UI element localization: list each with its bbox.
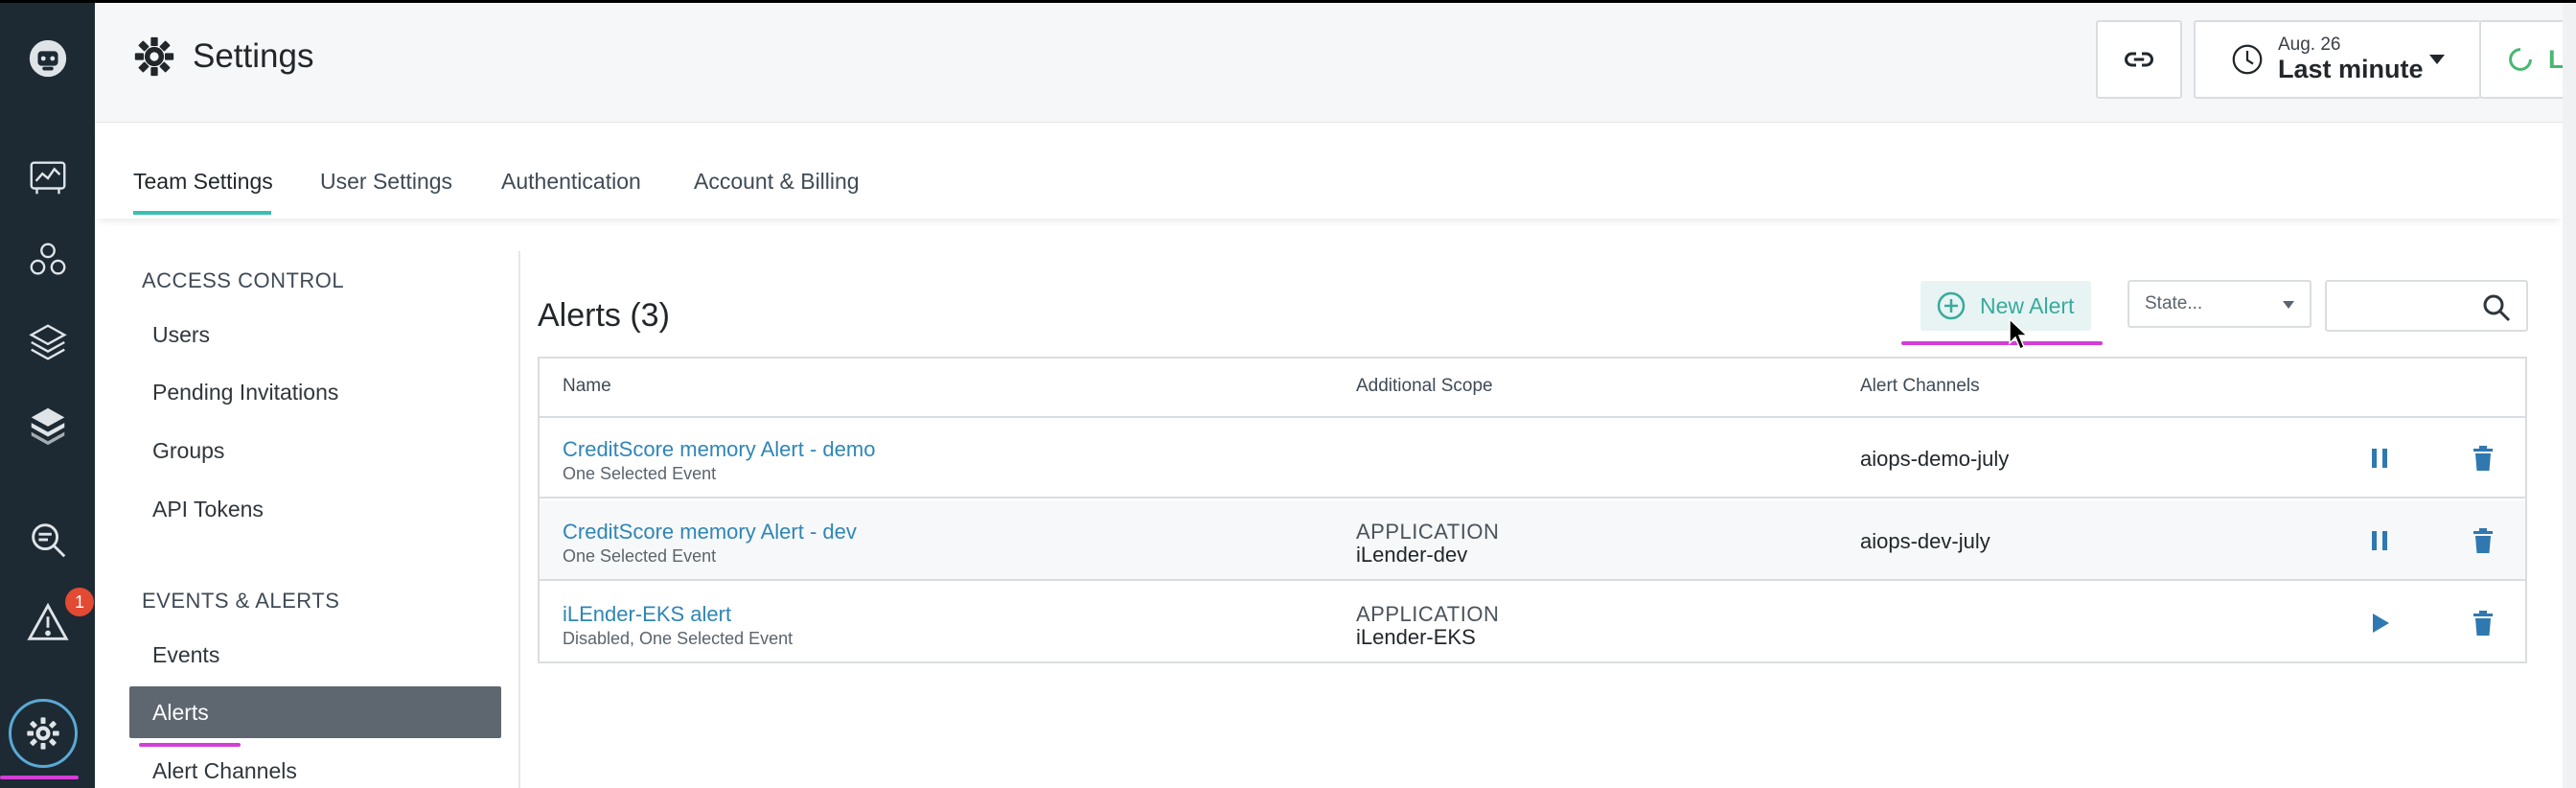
- page-title: Settings: [133, 35, 313, 78]
- share-link-button[interactable]: [2096, 20, 2182, 99]
- chevron-down-icon: [2283, 301, 2294, 309]
- events-badge: 1: [65, 588, 94, 616]
- settings-tabs: Team Settings User Settings Authenticati…: [95, 123, 2563, 219]
- search-icon[interactable]: [2482, 293, 2511, 322]
- alerts-title: Alerts (3): [538, 297, 670, 334]
- column-header-name[interactable]: Name: [563, 376, 611, 397]
- nav-item-groups[interactable]: Groups: [152, 438, 224, 464]
- annotation-underline: [0, 776, 79, 779]
- alerts-table: Name Additional Scope Alert Channels Cre…: [538, 357, 2527, 663]
- table-row: CreditScore memory Alert - dev One Selec…: [540, 500, 2525, 581]
- logo-icon[interactable]: [23, 34, 73, 83]
- alerts-search[interactable]: [2325, 280, 2528, 332]
- nav-item-api-tokens[interactable]: API Tokens: [152, 497, 264, 522]
- annotation-underline: [139, 743, 241, 747]
- top-header: Settings Aug. 26 Last minute Live: [95, 3, 2576, 123]
- time-range: Last minute: [2278, 54, 2424, 83]
- trash-icon[interactable]: [2466, 606, 2500, 640]
- scope-value: iLender-dev: [1356, 543, 1468, 567]
- table-row: CreditScore memory Alert - demo One Sele…: [540, 418, 2525, 498]
- alert-name-link[interactable]: CreditScore memory Alert - dev: [563, 520, 857, 545]
- link-icon: [2125, 52, 2153, 67]
- alert-name-link[interactable]: iLEnder-EKS alert: [563, 602, 731, 627]
- plus-circle-icon: [1937, 291, 1966, 320]
- pause-icon[interactable]: [2362, 523, 2397, 558]
- nav-item-alerts[interactable]: Alerts: [129, 686, 501, 738]
- nav-item-pending-invitations[interactable]: Pending Invitations: [152, 380, 338, 406]
- alert-description: One Selected Event: [563, 546, 717, 566]
- events-icon[interactable]: 1: [23, 588, 94, 647]
- scrollbar[interactable]: [2563, 3, 2576, 788]
- time-date: Aug. 26: [2278, 34, 2341, 55]
- nav-item-users[interactable]: Users: [152, 322, 210, 348]
- play-icon[interactable]: [2362, 606, 2397, 640]
- nav-item-events[interactable]: Events: [152, 642, 219, 668]
- nav-divider: [518, 251, 520, 788]
- spinner-icon: [2509, 48, 2532, 71]
- applications-icon[interactable]: [23, 317, 73, 367]
- live-button[interactable]: Live: [2479, 20, 2576, 99]
- chevron-down-icon: [2429, 55, 2445, 64]
- state-filter-select[interactable]: State...: [2128, 280, 2312, 328]
- tab-team-settings[interactable]: Team Settings: [133, 169, 273, 195]
- alert-description: One Selected Event: [563, 464, 717, 483]
- alert-description: Disabled, One Selected Event: [563, 629, 794, 648]
- alert-channel: aiops-dev-july: [1860, 529, 1990, 553]
- settings-icon[interactable]: [9, 699, 78, 768]
- nav-section-access-control: ACCESS CONTROL: [142, 268, 345, 292]
- icon-rail: 1: [0, 3, 95, 788]
- infrastructure-icon[interactable]: [23, 235, 73, 285]
- dashboards-icon[interactable]: [23, 152, 73, 202]
- alert-name-link[interactable]: CreditScore memory Alert - demo: [563, 437, 875, 462]
- annotation-underline: [1901, 341, 2103, 345]
- time-range-picker[interactable]: Aug. 26 Last minute: [2194, 20, 2481, 99]
- new-alert-label: New Alert: [1980, 292, 2075, 318]
- search-input[interactable]: [2336, 290, 2480, 322]
- state-filter-value: State...: [2145, 293, 2203, 313]
- active-tab-indicator: [133, 211, 271, 215]
- scope-type: APPLICATION: [1356, 520, 1500, 544]
- nav-item-alert-channels[interactable]: Alert Channels: [152, 758, 297, 784]
- layers-icon[interactable]: [23, 400, 73, 450]
- alert-channel: aiops-demo-july: [1860, 447, 2010, 471]
- gear-icon: [134, 36, 174, 77]
- nav-section-events-alerts: EVENTS & ALERTS: [142, 589, 340, 613]
- new-alert-button[interactable]: New Alert: [1920, 281, 2091, 331]
- column-header-scope[interactable]: Additional Scope: [1356, 376, 1493, 397]
- scope-type: APPLICATION: [1356, 602, 1500, 626]
- tab-account-billing[interactable]: Account & Billing: [694, 169, 860, 195]
- pause-icon[interactable]: [2362, 441, 2397, 475]
- trash-icon[interactable]: [2466, 523, 2500, 558]
- table-row: iLEnder-EKS alert Disabled, One Selected…: [540, 583, 2525, 663]
- trash-icon[interactable]: [2466, 441, 2500, 475]
- column-header-channels[interactable]: Alert Channels: [1860, 376, 1980, 397]
- analytics-icon[interactable]: [23, 515, 73, 565]
- scope-value: iLender-EKS: [1356, 625, 1476, 649]
- tab-user-settings[interactable]: User Settings: [320, 169, 452, 195]
- page-title-text: Settings: [193, 37, 314, 75]
- mouse-cursor-icon: [2009, 318, 2029, 351]
- clock-icon: [2232, 44, 2263, 75]
- tab-authentication[interactable]: Authentication: [501, 169, 641, 195]
